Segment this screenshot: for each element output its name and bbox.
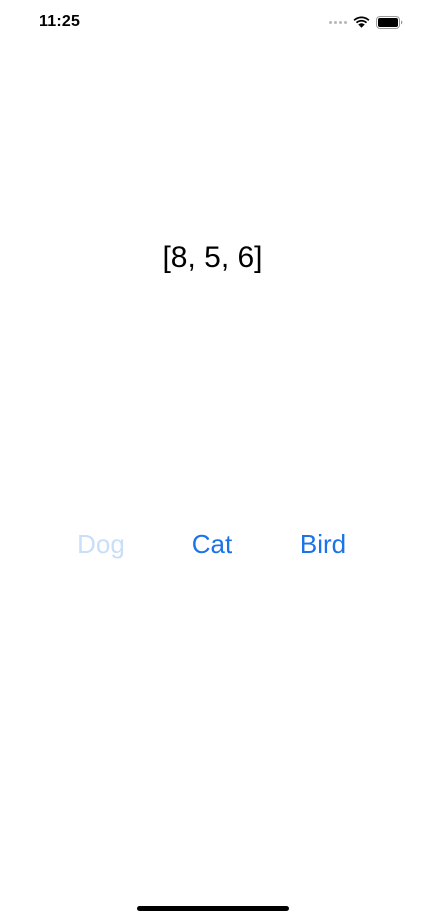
dog-button[interactable]: Dog — [46, 524, 156, 564]
app-screen: 11:25 [8, 5, 6] Dog Cat Bird — [0, 0, 425, 920]
status-time: 11:25 — [39, 13, 81, 30]
wifi-icon — [353, 16, 370, 28]
cat-button[interactable]: Cat — [157, 524, 267, 564]
cellular-signal-icon — [329, 16, 347, 28]
status-icons — [329, 15, 403, 29]
status-bar: 11:25 — [0, 0, 425, 46]
home-indicator — [137, 906, 289, 911]
battery-icon — [376, 15, 403, 29]
animal-button-row: Dog Cat Bird — [46, 524, 378, 564]
selected-values-label: [8, 5, 6] — [162, 241, 263, 274]
bird-button[interactable]: Bird — [268, 524, 378, 564]
